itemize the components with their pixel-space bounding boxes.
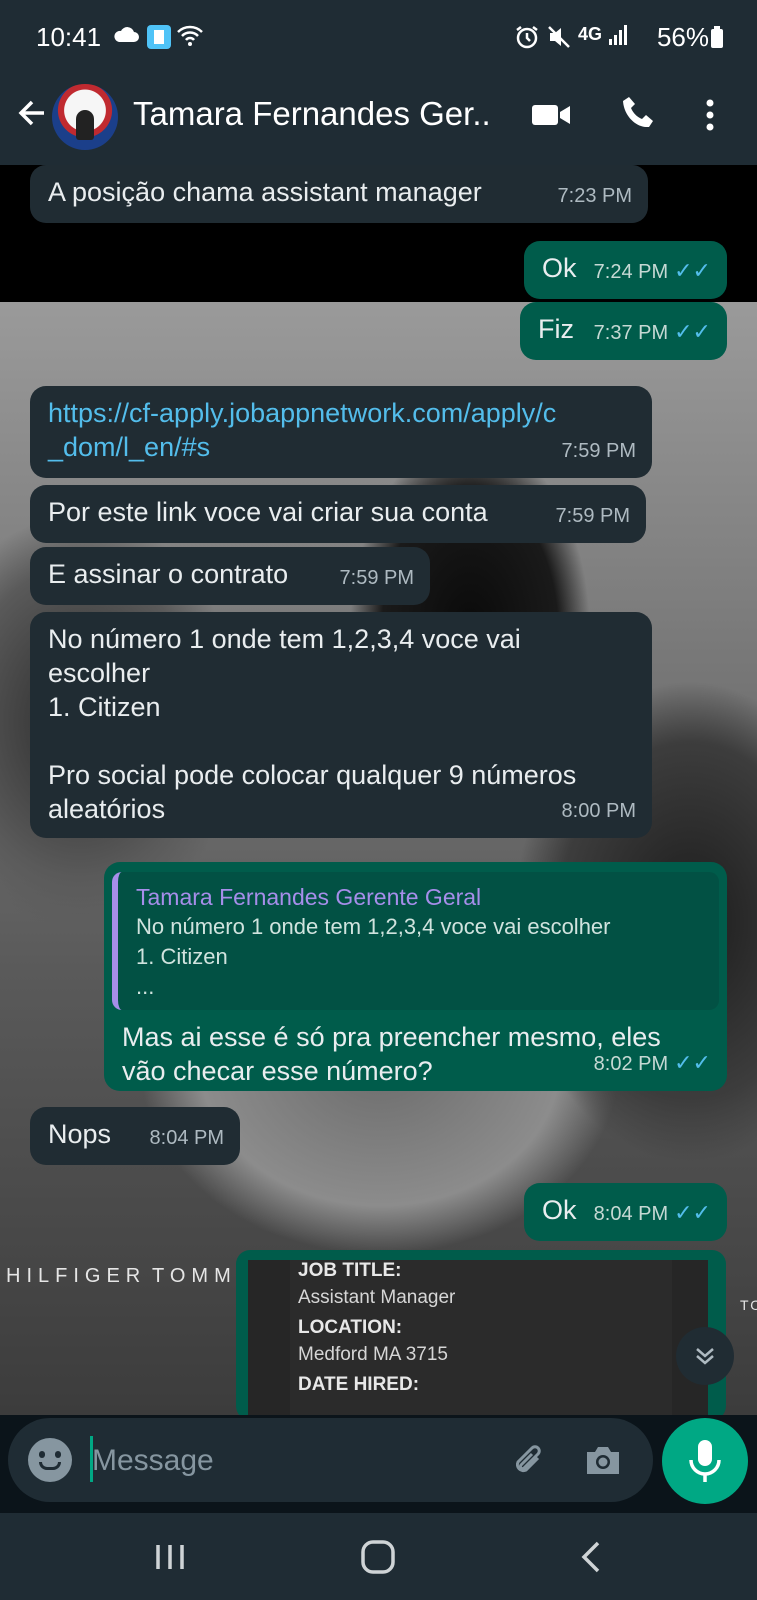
microphone-button[interactable] xyxy=(662,1418,748,1504)
app-notification-icon xyxy=(146,24,172,56)
mute-icon xyxy=(546,24,572,56)
message-text: No número 1 onde tem 1,2,3,4 voce vai es… xyxy=(48,624,577,824)
message-link[interactable]: https://cf-apply.jobappnetwork.com/apply… xyxy=(48,396,634,464)
contact-name[interactable]: Tamara Fernandes Ger... xyxy=(133,95,493,133)
message-incoming[interactable]: No número 1 onde tem 1,2,3,4 voce vai es… xyxy=(30,612,652,838)
read-ticks-icon: ✓✓ xyxy=(674,1200,711,1225)
message-incoming[interactable]: Nops 8:04 PM xyxy=(30,1107,240,1165)
read-ticks-icon: ✓✓ xyxy=(674,258,711,283)
message-time: 7:59 PM xyxy=(555,505,630,527)
message-time: 8:04 PM xyxy=(149,1127,224,1149)
chat-area[interactable]: HILFIGER TOMMY TO A posição chama assist… xyxy=(0,165,757,1415)
message-time: 7:37 PM xyxy=(593,322,669,344)
chat-header: Tamara Fernandes Ger... xyxy=(0,75,757,165)
location-label: LOCATION: xyxy=(298,1317,403,1338)
message-time: 8:02 PM xyxy=(593,1053,669,1075)
recent-apps-icon[interactable] xyxy=(148,1535,192,1579)
wifi-icon xyxy=(176,24,204,54)
message-text: Fiz xyxy=(538,314,574,344)
message-time: 8:04 PM xyxy=(593,1203,669,1225)
message-text: Ok xyxy=(542,253,577,283)
location-value: Medford MA 3715 xyxy=(298,1344,448,1365)
message-text: E assinar o contrato xyxy=(48,559,289,589)
alarm-icon xyxy=(514,24,540,56)
message-outgoing[interactable]: Ok 7:24 PM ✓✓ xyxy=(524,241,727,299)
status-time: 10:41 xyxy=(36,22,102,52)
job-title-label: JOB TITLE: xyxy=(298,1260,402,1281)
scroll-down-icon[interactable] xyxy=(676,1327,734,1385)
message-text: A posição chama assistant manager xyxy=(48,177,482,207)
document-image-message[interactable]: JOB TITLE: Assistant Manager LOCATION: M… xyxy=(236,1250,726,1415)
message-outgoing[interactable]: Fiz 7:37 PM ✓✓ xyxy=(520,302,727,360)
message-text: Nops xyxy=(48,1119,112,1149)
text-cursor xyxy=(90,1436,93,1482)
microphone-icon xyxy=(689,1440,721,1482)
message-text: Por este link voce vai criar sua conta xyxy=(48,497,488,527)
attachment-icon[interactable] xyxy=(508,1438,552,1482)
camera-icon[interactable] xyxy=(583,1440,623,1480)
home-icon[interactable] xyxy=(356,1535,400,1579)
cloud-icon xyxy=(112,24,140,52)
back-nav-icon[interactable] xyxy=(570,1535,614,1579)
status-bar: 10:41 4G 56% xyxy=(0,0,757,75)
message-incoming[interactable]: https://cf-apply.jobappnetwork.com/apply… xyxy=(30,386,652,478)
message-time: 7:59 PM xyxy=(561,440,636,462)
emoji-icon[interactable] xyxy=(28,1438,72,1482)
read-ticks-icon: ✓✓ xyxy=(674,1050,711,1075)
more-options-icon[interactable] xyxy=(700,93,720,137)
message-text: Ok xyxy=(542,1195,577,1225)
message-incoming[interactable]: E assinar o contrato 7:59 PM xyxy=(30,547,430,605)
signal-icon xyxy=(608,24,630,52)
document-preview: JOB TITLE: Assistant Manager LOCATION: M… xyxy=(248,1260,708,1415)
message-time: 8:00 PM xyxy=(561,800,636,822)
phone-icon[interactable] xyxy=(619,93,663,137)
message-time: 7:59 PM xyxy=(339,567,414,589)
job-title-value: Assistant Manager xyxy=(298,1287,456,1308)
wallpaper-brand: TO xyxy=(740,1297,757,1313)
system-nav-bar xyxy=(0,1513,757,1600)
read-ticks-icon: ✓✓ xyxy=(674,319,711,344)
message-outgoing[interactable]: Ok 8:04 PM ✓✓ xyxy=(524,1183,727,1241)
battery-percent: 56% xyxy=(656,22,709,52)
message-outgoing-reply[interactable]: Tamara Fernandes Gerente Geral No número… xyxy=(104,862,727,1091)
message-incoming[interactable]: A posição chama assistant manager 7:23 P… xyxy=(30,165,648,223)
wallpaper-brand: HILFIGER xyxy=(6,1265,147,1287)
network-type: 4G xyxy=(578,24,603,44)
message-time: 7:24 PM xyxy=(593,261,669,283)
message-time: 7:23 PM xyxy=(557,185,632,207)
date-hired-label: DATE HIRED: xyxy=(298,1374,420,1395)
battery-icon xyxy=(710,26,724,54)
quoted-message[interactable]: Tamara Fernandes Gerente Geral No número… xyxy=(112,872,719,1010)
video-call-icon[interactable] xyxy=(530,93,574,137)
message-incoming[interactable]: Por este link voce vai criar sua conta 7… xyxy=(30,485,646,543)
back-arrow-icon[interactable] xyxy=(14,95,54,135)
message-input[interactable] xyxy=(90,1432,494,1490)
avatar[interactable] xyxy=(52,84,118,150)
message-composer xyxy=(8,1418,653,1502)
